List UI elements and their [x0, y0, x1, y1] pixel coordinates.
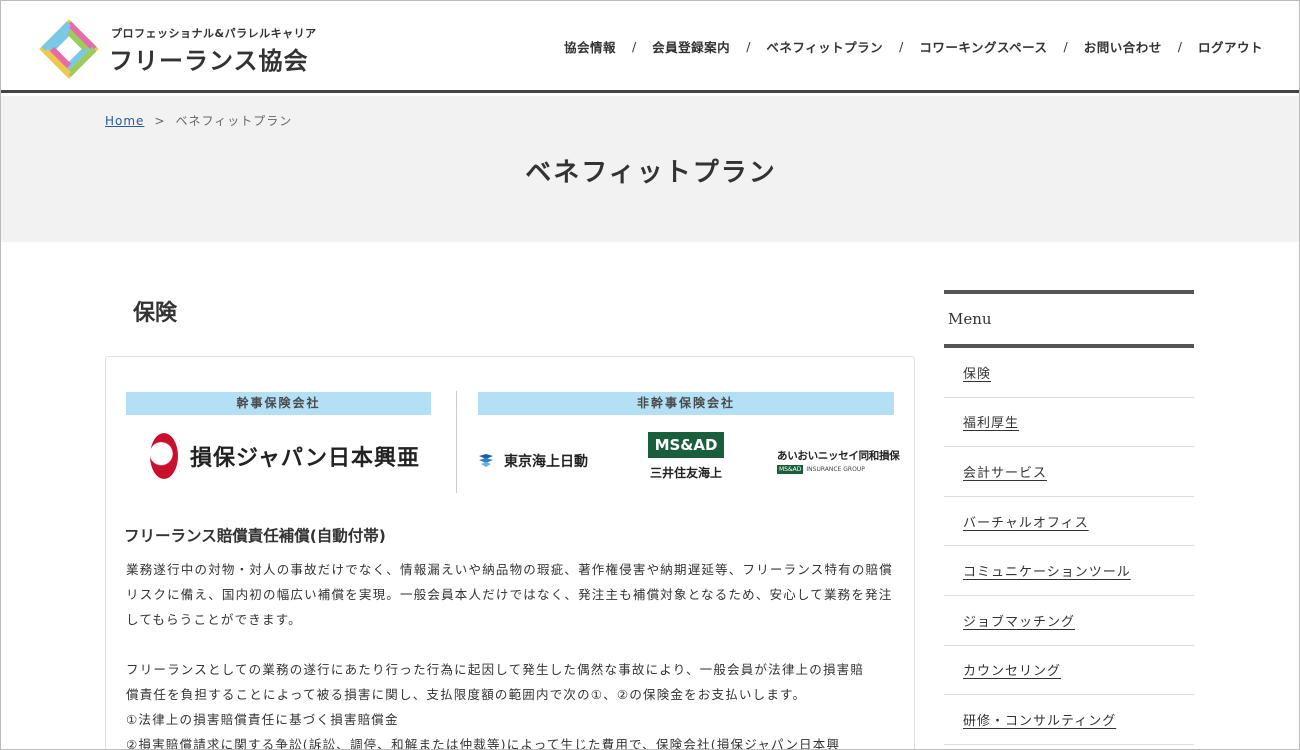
page-title-band: Home > ベネフィットプラン ベネフィットプラン	[1, 96, 1299, 242]
sidebar-item-label[interactable]: カウンセリング	[963, 660, 1061, 679]
sidebar-item-label[interactable]: 福利厚生	[963, 412, 1019, 431]
sidebar-item-label[interactable]: バーチャルオフィス	[963, 512, 1089, 531]
breadcrumb-home-link[interactable]: Home	[105, 114, 144, 128]
nav-separator: /	[1177, 39, 1182, 54]
site-logo[interactable]: プロフェッショナル&パラレルキャリア フリーランス協会	[37, 17, 337, 81]
global-nav: 協会情報 / 会員登録案内 / ベネフィットプラン / コワーキングスペース /…	[564, 37, 1263, 56]
breadcrumb-current: ベネフィットプラン	[175, 114, 293, 128]
sidebar-item-label[interactable]: ジョブマッチング	[963, 611, 1075, 630]
paragraph-line: ②損害賠償請求に関する争訟(訴訟、調停、和解または仲裁等)によって生じた費用で、…	[126, 737, 841, 750]
sub-insurer-label: 非幹事保険会社	[478, 392, 894, 415]
sidebar-item-insurance[interactable]: 保険	[944, 348, 1194, 398]
sidebar-item-communication-tools[interactable]: コミュニケーションツール	[944, 546, 1194, 596]
breadcrumb: Home > ベネフィットプラン	[105, 112, 292, 129]
nav-membership[interactable]: 会員登録案内	[652, 37, 730, 56]
paragraph-line: フリーランスとしての業務の遂行にあたり行った行為に起因して発生した偶然な事故によ…	[126, 662, 865, 677]
paragraph-line: ①法律上の損害賠償責任に基づく損害賠償金	[126, 712, 399, 727]
liability-paragraph-2: フリーランスとしての業務の遂行にあたり行った行為に起因して発生した偶然な事故によ…	[126, 657, 896, 750]
tokio-name: 東京海上日動	[504, 454, 588, 470]
msad-mark: MS&AD	[648, 432, 724, 458]
sidebar-item-label[interactable]: コミュニケーションツール	[963, 561, 1131, 580]
logo-mark-icon	[39, 19, 99, 79]
msad-logo: MS&AD 三井住友海上	[648, 432, 724, 481]
main-insurer-label: 幹事保険会社	[126, 392, 431, 415]
aioi-group: MS&AD INSURANCE GROUP	[777, 465, 897, 474]
sidebar-item-accounting[interactable]: 会計サービス	[944, 447, 1194, 497]
nav-coworking[interactable]: コワーキングスペース	[919, 37, 1047, 56]
sidebar-item-label[interactable]: 会計サービス	[963, 462, 1047, 481]
sompo-logo: 損保ジャパン日本興亜	[150, 431, 420, 481]
nav-separator: /	[631, 39, 637, 54]
sompo-circle-icon	[150, 433, 178, 479]
aioi-group-text: INSURANCE GROUP	[806, 466, 865, 473]
sidebar-item-counseling[interactable]: カウンセリング	[944, 646, 1194, 696]
sidebar-item-virtual-office[interactable]: バーチャルオフィス	[944, 497, 1194, 547]
page-title: ベネフィットプラン	[525, 158, 777, 188]
section-title: 保険	[133, 300, 178, 326]
nav-contact[interactable]: お問い合わせ	[1084, 37, 1162, 56]
tokio-logo: 東京海上日動	[476, 451, 588, 471]
aioi-name: あいおいニッセイ同和損保	[777, 450, 900, 462]
sidebar-menu: Menu 保険 福利厚生 会計サービス バーチャルオフィス コミュニケーションツ…	[944, 290, 1194, 745]
paragraph-line: 償責任を負担することによって被る損害に関し、支払限度額の範囲内で次の①、②の保険…	[126, 687, 807, 702]
liability-heading: フリーランス賠償責任補償(自動付帯)	[124, 527, 386, 545]
sidebar-item-label[interactable]: 保険	[963, 363, 991, 382]
sidebar-item-training[interactable]: 研修・コンサルティング	[944, 695, 1194, 745]
breadcrumb-separator: >	[154, 114, 166, 128]
insurance-card: 幹事保険会社 非幹事保険会社 損保ジャパン日本興亜 東京海上日動 MS&AD 三…	[105, 356, 915, 750]
nav-separator: /	[1063, 39, 1068, 54]
insurer-divider	[456, 391, 457, 493]
aioi-group-tag: MS&AD	[777, 465, 804, 474]
page-frame: プロフェッショナル&パラレルキャリア フリーランス協会 協会情報 / 会員登録案…	[0, 0, 1300, 750]
nav-separator: /	[746, 39, 751, 54]
sidebar-item-welfare[interactable]: 福利厚生	[944, 398, 1194, 448]
sidebar-item-job-matching[interactable]: ジョブマッチング	[944, 596, 1194, 646]
site-header: プロフェッショナル&パラレルキャリア フリーランス協会 協会情報 / 会員登録案…	[1, 1, 1299, 93]
nav-logout[interactable]: ログアウト	[1198, 37, 1263, 56]
tokio-mark-icon	[479, 454, 493, 467]
sidebar-item-label[interactable]: 研修・コンサルティング	[963, 710, 1116, 729]
liability-paragraph-1: 業務遂行中の対物・対人の事故だけでなく、情報漏えいや納品物の瑕疵、著作権侵害や納…	[126, 562, 893, 627]
logo-subtitle: プロフェッショナル&パラレルキャリア	[111, 27, 317, 40]
nav-about[interactable]: 協会情報	[564, 37, 616, 56]
msad-name: 三井住友海上	[649, 466, 722, 480]
aioi-logo: あいおいニッセイ同和損保 MS&AD INSURANCE GROUP	[777, 448, 900, 474]
logo-title: フリーランス協会	[109, 47, 309, 75]
nav-separator: /	[899, 39, 904, 54]
sompo-name: 損保ジャパン日本興亜	[189, 446, 420, 471]
sidebar-title: Menu	[948, 310, 992, 328]
nav-benefit-plan[interactable]: ベネフィットプラン	[766, 37, 883, 56]
